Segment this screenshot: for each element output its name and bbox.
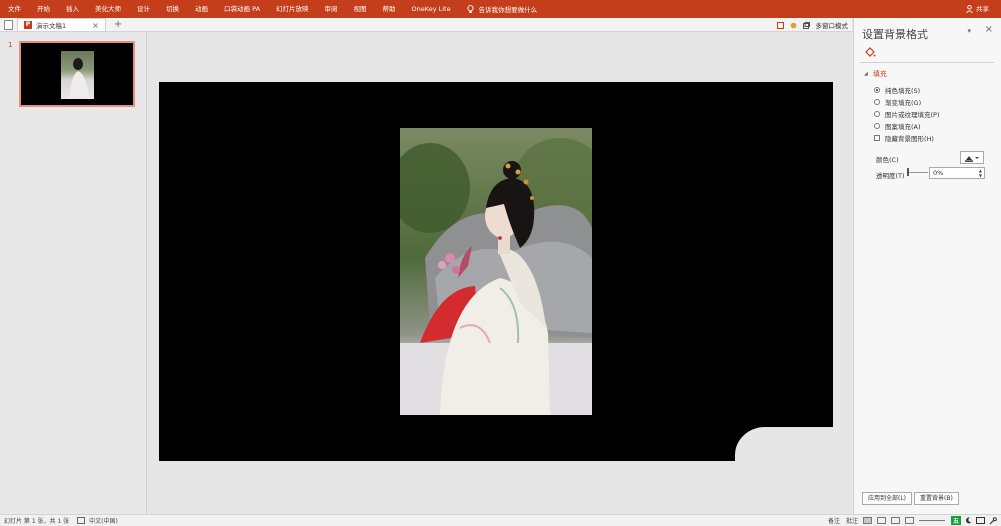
picture-fill-label: 图片或纹理填充(P) bbox=[885, 111, 940, 119]
status-bar: 幻灯片 第 1 张，共 1 张 中文(中国) 备注 批注 五 bbox=[0, 514, 1001, 526]
tab-review[interactable]: 审阅 bbox=[317, 0, 346, 18]
docbar-right-tools: 多窗口模式 bbox=[776, 18, 849, 32]
person-icon bbox=[966, 5, 973, 13]
tab-transitions[interactable]: 切换 bbox=[158, 0, 187, 18]
fill-section-header[interactable]: ◢ 填充 bbox=[864, 69, 887, 79]
tab-view[interactable]: 视图 bbox=[346, 0, 375, 18]
tell-me-text: 告诉我你想要做什么 bbox=[478, 6, 538, 14]
document-tab[interactable]: P 演示文稿1 × bbox=[17, 18, 106, 31]
keyboard-icon[interactable] bbox=[976, 517, 985, 524]
tab-insert[interactable]: 插入 bbox=[58, 0, 87, 18]
hide-background-graphics-option[interactable]: 隐藏背景图形(H) bbox=[874, 133, 934, 143]
normal-view-icon[interactable] bbox=[862, 517, 872, 524]
slide-editing-area bbox=[148, 32, 853, 514]
solid-fill-option[interactable]: 纯色填充(S) bbox=[874, 85, 920, 95]
multi-window-icon bbox=[802, 21, 810, 29]
apply-to-all-button[interactable]: 应用到全部(L) bbox=[862, 492, 913, 505]
collapse-triangle-icon: ◢ bbox=[864, 71, 868, 77]
picture-fill-option[interactable]: 图片或纹理填充(P) bbox=[874, 109, 940, 119]
lightbulb-icon bbox=[467, 4, 474, 13]
tab-pocket-animation[interactable]: 口袋动画 PA bbox=[216, 0, 268, 18]
ribbon-tab-bar: 文件 开始 插入 美化大师 设计 切换 动画 口袋动画 PA 幻灯片放映 审阅 … bbox=[0, 0, 1001, 18]
pane-options-chevron-icon[interactable]: ▾ bbox=[967, 27, 971, 35]
picture-fill-radio[interactable] bbox=[874, 111, 880, 117]
hide-background-graphics-label: 隐藏背景图形(H) bbox=[885, 135, 934, 143]
tab-slideshow[interactable]: 幻灯片放映 bbox=[268, 0, 317, 18]
pane-title: 设置背景格式 bbox=[862, 28, 928, 41]
color-row: 颜色(C) bbox=[876, 154, 899, 164]
slide-number: 1 bbox=[8, 41, 13, 49]
tab-beautify-master[interactable]: 美化大师 bbox=[87, 0, 129, 18]
gradient-fill-option[interactable]: 渐变填充(G) bbox=[874, 97, 921, 107]
share-label: 共享 bbox=[976, 5, 989, 13]
reset-background-button[interactable]: 重置背景(B) bbox=[914, 492, 959, 505]
fill-section-label: 填充 bbox=[872, 70, 887, 78]
hide-background-graphics-checkbox[interactable] bbox=[874, 135, 880, 141]
transparency-value: 0% bbox=[933, 169, 944, 177]
tab-design[interactable]: 设计 bbox=[129, 0, 158, 18]
slide-canvas[interactable] bbox=[159, 82, 839, 467]
thumbnail-photo bbox=[61, 51, 94, 99]
wrench-icon[interactable] bbox=[989, 516, 997, 525]
transparency-row: 透明度(T) bbox=[876, 170, 905, 180]
slide-thumbnail-panel: 1 bbox=[0, 32, 147, 514]
transparency-spinner[interactable]: 0% ▲ ▼ bbox=[929, 167, 985, 179]
solid-fill-label: 纯色填充(S) bbox=[885, 87, 921, 95]
paint-color-icon bbox=[965, 155, 979, 162]
new-tab-icon[interactable]: + bbox=[114, 19, 122, 30]
spinner-arrows-icon[interactable]: ▲ ▼ bbox=[979, 168, 982, 178]
comments-button[interactable]: 批注 bbox=[846, 516, 858, 525]
pattern-fill-option[interactable]: 图案填充(A) bbox=[874, 121, 921, 131]
slide-count-status: 幻灯片 第 1 张，共 1 张 bbox=[4, 518, 70, 525]
canvas-corner-overlay bbox=[735, 427, 839, 467]
document-icon[interactable] bbox=[4, 19, 13, 30]
multi-window-button[interactable]: 多窗口模式 bbox=[816, 20, 849, 30]
color-picker-button[interactable] bbox=[960, 151, 984, 164]
gradient-fill-radio[interactable] bbox=[874, 99, 880, 105]
slide-thumbnail[interactable] bbox=[19, 41, 135, 107]
color-label: 颜色(C) bbox=[876, 156, 899, 164]
pane-divider bbox=[860, 62, 994, 63]
document-tab-bar: P 演示文稿1 × + 多窗口模式 bbox=[0, 18, 852, 32]
slide-sorter-view-icon[interactable] bbox=[876, 517, 886, 524]
slideshow-view-icon[interactable] bbox=[904, 517, 914, 524]
notes-button[interactable]: 备注 bbox=[828, 516, 840, 525]
language-status[interactable]: 中文(中国) bbox=[85, 516, 118, 525]
tell-me-box[interactable]: 告诉我你想要做什么 bbox=[459, 4, 538, 14]
powerpoint-icon: P bbox=[24, 21, 32, 29]
format-background-pane: 设置背景格式 ▾ × ◢ 填充 纯色填充(S) 渐变填充(G) 图片或纹理填充(… bbox=[853, 18, 1001, 514]
search-doc-icon[interactable] bbox=[776, 21, 784, 29]
fill-bucket-icon[interactable] bbox=[864, 46, 876, 58]
reading-view-icon[interactable] bbox=[890, 517, 900, 524]
tab-animations[interactable]: 动画 bbox=[187, 0, 216, 18]
pattern-fill-radio[interactable] bbox=[874, 123, 880, 129]
slide-photo[interactable] bbox=[400, 128, 592, 415]
tab-help[interactable]: 帮助 bbox=[375, 0, 404, 18]
close-tab-icon[interactable]: × bbox=[92, 21, 99, 30]
tab-home[interactable]: 开始 bbox=[29, 0, 58, 18]
pattern-fill-label: 图案填充(A) bbox=[885, 123, 921, 131]
moon-icon[interactable] bbox=[965, 517, 972, 524]
tab-onekey-lite[interactable]: OneKey Lite bbox=[404, 0, 459, 18]
transparency-slider-track[interactable] bbox=[908, 172, 928, 173]
spellcheck-icon[interactable] bbox=[77, 517, 86, 524]
close-pane-icon[interactable]: × bbox=[985, 24, 993, 35]
gradient-fill-label: 渐变填充(G) bbox=[885, 99, 922, 107]
document-tab-title: 演示文稿1 bbox=[36, 22, 67, 30]
solid-fill-radio[interactable] bbox=[874, 87, 880, 93]
transparency-slider-handle[interactable] bbox=[907, 168, 909, 176]
share-button[interactable]: 共享 bbox=[966, 0, 989, 18]
transparency-label: 透明度(T) bbox=[876, 172, 905, 180]
status-bar-right: 备注 批注 五 bbox=[822, 515, 997, 526]
tab-file[interactable]: 文件 bbox=[0, 0, 29, 18]
settings-gear-icon[interactable] bbox=[790, 22, 797, 29]
zoom-slider[interactable] bbox=[918, 520, 945, 521]
input-method-badge[interactable]: 五 bbox=[950, 516, 961, 525]
